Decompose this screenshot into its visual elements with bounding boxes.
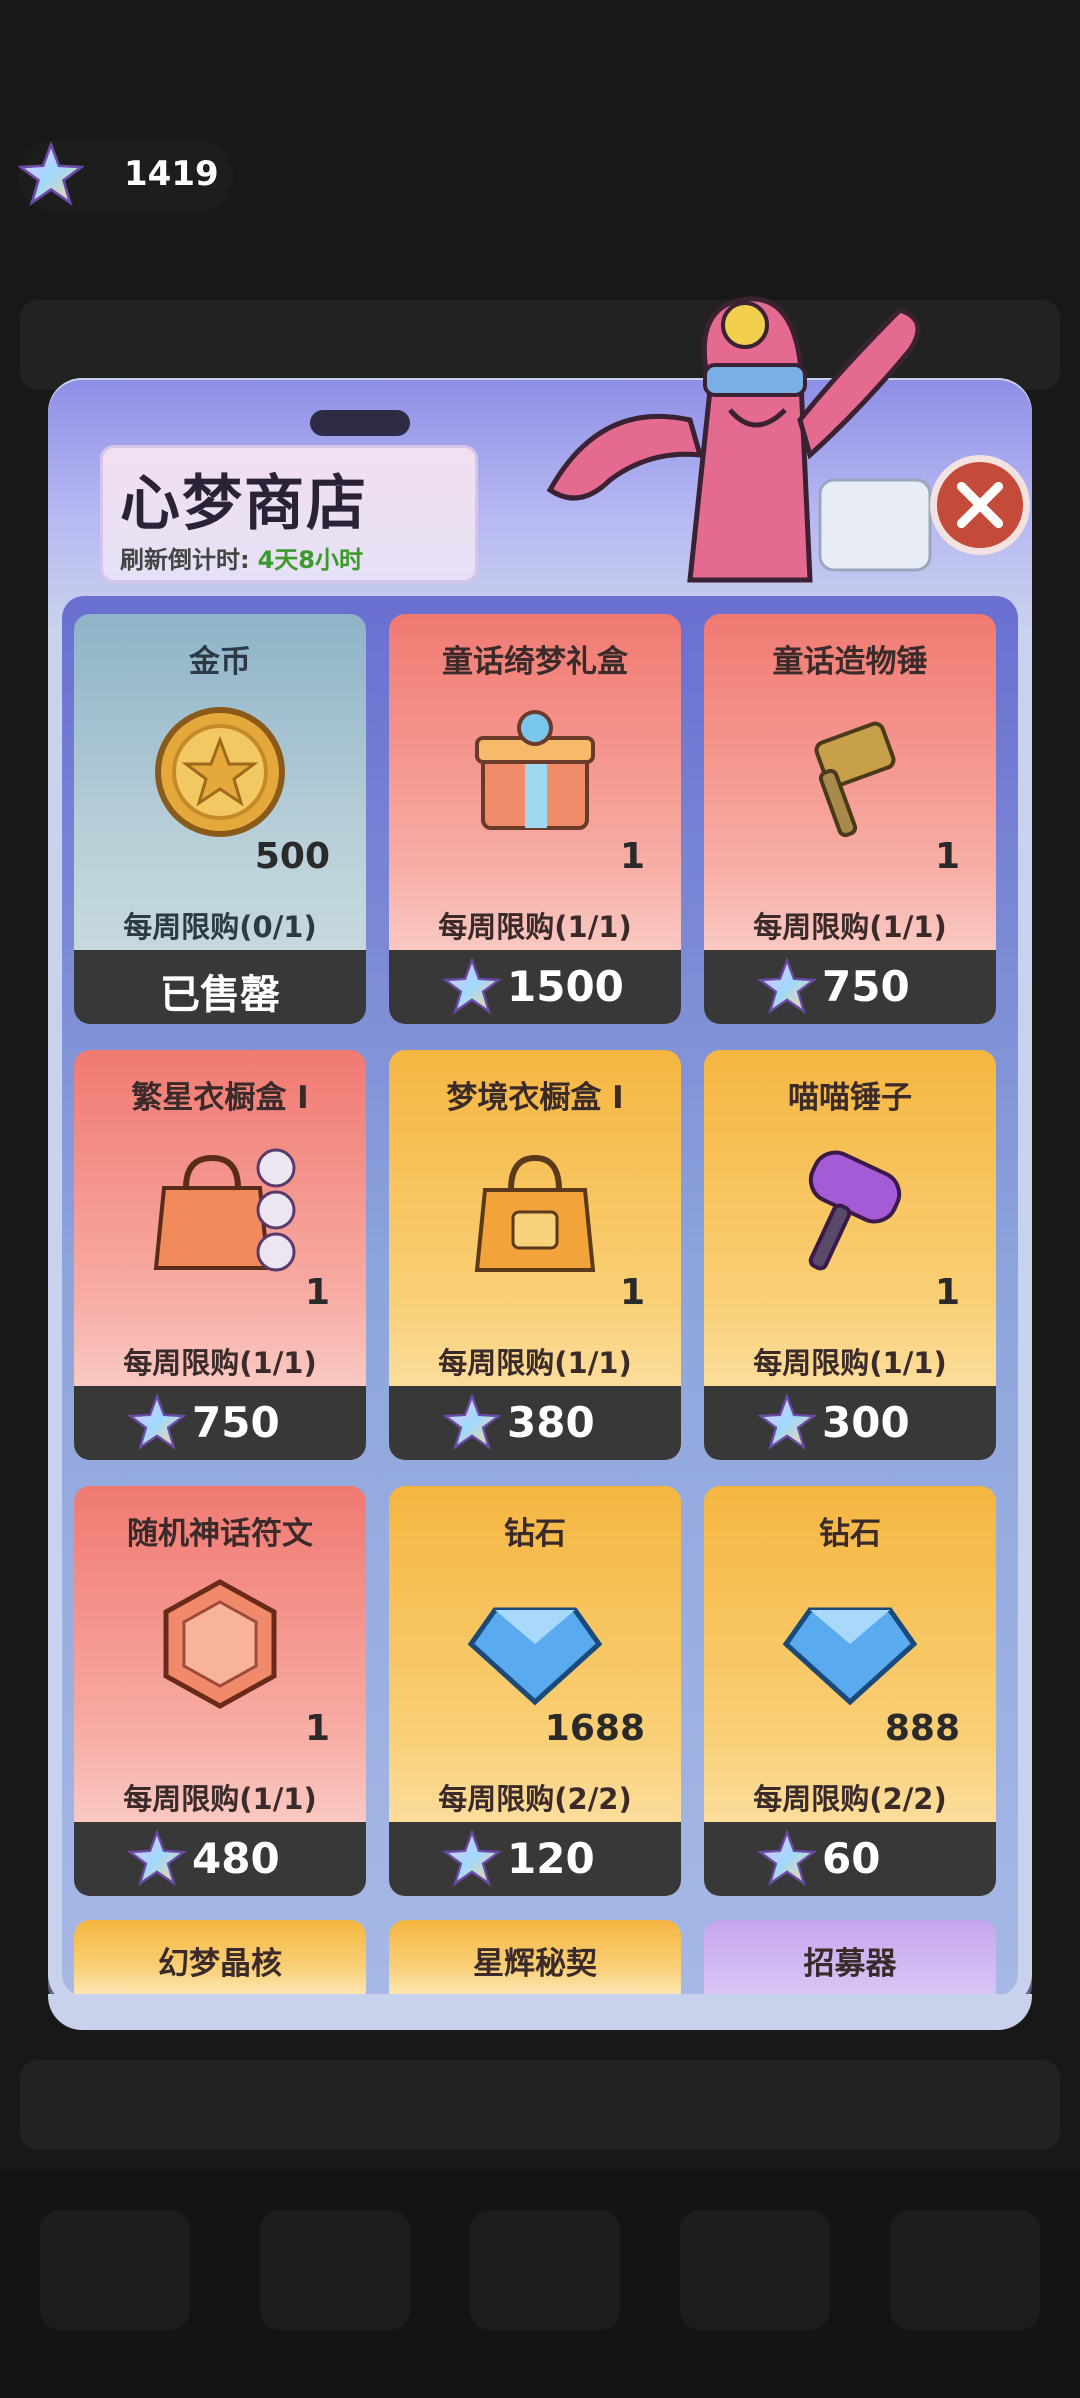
item-name: 星辉秘契 [473, 1946, 597, 1982]
item-name: 钻石 [504, 1516, 566, 1552]
item-quantity: 1 [304, 1272, 330, 1313]
shop-title: 心梦商店 [120, 469, 368, 539]
purchase-limit: 每周限购(2/2) [753, 1782, 947, 1816]
star-crystal-icon [128, 1394, 186, 1451]
sold-out-bar: 已售罄 [74, 950, 366, 1024]
purchase-limit: 每周限购(1/1) [438, 1346, 632, 1380]
price-value: 750 [192, 1398, 280, 1447]
item-name: 繁星衣橱盒 I [131, 1080, 309, 1116]
price-value: 60 [822, 1834, 881, 1883]
item-quantity: 1 [304, 1708, 330, 1749]
purchase-limit: 每周限购(1/1) [123, 1346, 317, 1380]
refresh-countdown: 刷新倒计时: 4天8小时 [120, 540, 363, 575]
close-button[interactable] [930, 455, 1030, 555]
mascot-illustration [546, 296, 932, 583]
price-button[interactable]: 120 [389, 1822, 681, 1896]
rune-icon [163, 1579, 277, 1709]
gold-coin-icon [155, 707, 285, 837]
shop-item-card[interactable]: 随机神话符文 1 每周限购(1/1) 480 [74, 1486, 366, 1896]
price-button[interactable]: 750 [74, 1386, 366, 1460]
star-crystal-icon [18, 142, 84, 206]
purchase-limit: 每周限购(1/1) [753, 910, 947, 944]
item-name: 招募器 [803, 1946, 897, 1982]
price-button[interactable]: 60 [704, 1822, 996, 1896]
diamond-icon [467, 1607, 603, 1706]
item-quantity: 1 [934, 836, 960, 877]
nav-item-notice [890, 2210, 1040, 2330]
star-crystal-icon [443, 958, 501, 1015]
purchase-limit: 每周限购(1/1) [123, 1782, 317, 1816]
shop-item-card[interactable]: 幻梦晶核 [74, 1920, 366, 1998]
purchase-limit: 每周限购(1/1) [438, 910, 632, 944]
star-crystal-icon [128, 1830, 186, 1887]
refresh-time: 4天8小时 [257, 546, 364, 574]
price-button[interactable]: 300 [704, 1386, 996, 1460]
price-value: 380 [507, 1398, 595, 1447]
purchase-limit: 每周限购(0/1) [123, 910, 317, 944]
shop-item-card[interactable]: 钻石 888 每周限购(2/2) 60 [704, 1486, 996, 1896]
item-name: 钻石 [819, 1516, 881, 1552]
item-name: 童话绮梦礼盒 [442, 644, 628, 680]
star-crystal-icon [758, 1830, 816, 1887]
nav-item-team [470, 2210, 620, 2330]
item-name: 梦境衣橱盒 I [446, 1080, 624, 1116]
star-crystal-icon [443, 1830, 501, 1887]
shop-item-card[interactable]: 童话造物锤 1 每周限购(1/1) 750 [704, 614, 996, 1024]
shop-item-card[interactable]: 金币 500 每周限购(0/1) 已售罄 [74, 614, 366, 1024]
currency-display: 1419 [18, 140, 233, 212]
shop-item-card[interactable]: 喵喵锤子 1 每周限购(1/1) 300 [704, 1050, 996, 1460]
price-button[interactable]: 1500 [389, 950, 681, 1024]
item-quantity: 1688 [544, 1708, 645, 1749]
sold-out-label: 已售罄 [160, 972, 280, 1018]
item-quantity: 888 [884, 1708, 960, 1749]
cat-hammer-icon [808, 1150, 902, 1271]
item-quantity: 500 [254, 836, 330, 877]
shop-item-card[interactable]: 招募器 [704, 1920, 996, 1998]
item-quantity: 1 [619, 836, 645, 877]
star-crystal-icon [758, 1394, 816, 1451]
panel-handle [310, 410, 410, 436]
shop-item-card[interactable]: 繁星衣橱盒 I 1 每周限购(1/1) 750 [74, 1050, 366, 1460]
star-crystal-icon [758, 958, 816, 1015]
nav-item-shop [40, 2210, 190, 2330]
shop-item-card[interactable]: 梦境衣橱盒 I 1 每周限购(1/1) 380 [389, 1050, 681, 1460]
background-strip [20, 2060, 1060, 2150]
price-value: 120 [507, 1834, 595, 1883]
price-button[interactable]: 480 [74, 1822, 366, 1896]
nav-item-4 [680, 2210, 830, 2330]
item-quantity: 1 [934, 1272, 960, 1313]
wardrobe-bag-icon [474, 1154, 596, 1272]
hammer-icon [814, 721, 896, 838]
wardrobe-bag-icon [153, 1148, 296, 1272]
item-name: 随机神话符文 [127, 1516, 313, 1552]
refresh-label: 刷新倒计时: [120, 546, 250, 574]
gift-box-icon [475, 710, 595, 830]
item-name: 喵喵锤子 [788, 1080, 912, 1116]
purchase-limit: 每周限购(1/1) [753, 1346, 947, 1380]
price-value: 300 [822, 1398, 910, 1447]
item-name: 童话造物锤 [772, 644, 928, 680]
item-name: 幻梦晶核 [158, 1946, 282, 1982]
shop-item-card[interactable]: 钻石 1688 每周限购(2/2) 120 [389, 1486, 681, 1896]
price-button[interactable]: 750 [704, 950, 996, 1024]
shop-item-card[interactable]: 童话绮梦礼盒 1 每周限购(1/1) 1500 [389, 614, 681, 1024]
currency-amount: 1419 [124, 154, 219, 194]
item-quantity: 1 [619, 1272, 645, 1313]
diamond-icon [782, 1607, 918, 1706]
close-icon [956, 481, 1004, 529]
shop-item-card[interactable]: 星辉秘契 [389, 1920, 681, 1998]
price-value: 1500 [507, 962, 624, 1011]
item-name: 金币 [189, 644, 251, 680]
price-button[interactable]: 380 [389, 1386, 681, 1460]
price-value: 750 [822, 962, 910, 1011]
price-value: 480 [192, 1834, 280, 1883]
nav-item-2 [260, 2210, 410, 2330]
panel-bottom-edge [48, 1994, 1032, 2030]
purchase-limit: 每周限购(2/2) [438, 1782, 632, 1816]
star-crystal-icon [443, 1394, 501, 1451]
